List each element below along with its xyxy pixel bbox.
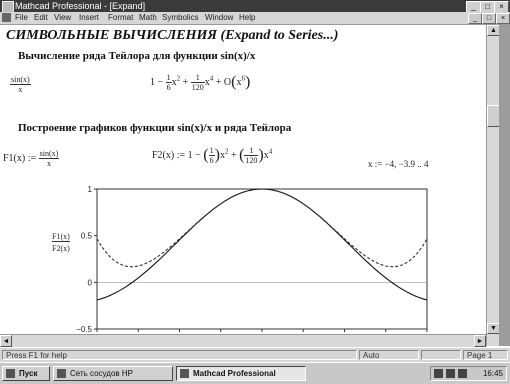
plot-y-label[interactable]: F1(x) F2(x): [52, 232, 70, 253]
scroll-right-arrow-icon[interactable]: ►: [474, 335, 486, 347]
y-tick-label: 0: [88, 278, 93, 287]
worksheet-heading: СИМВОЛЬНЫЕ ВЫЧИСЛЕНИЯ (Expand to Series.…: [6, 28, 339, 43]
task-button-printer[interactable]: Сеть сосудов HP: [53, 366, 173, 381]
f1-denominator: x: [46, 159, 51, 168]
doc-close-button[interactable]: ×: [496, 13, 510, 24]
task-button-mathcad[interactable]: Mathcad Professional: [176, 366, 306, 381]
menu-window[interactable]: Window: [205, 12, 233, 24]
menu-view[interactable]: View: [54, 12, 71, 24]
plot-y-label-f2: F2(x): [52, 244, 70, 253]
f2-definition[interactable]: F2(x) := 1 − (1 6)x2 + (1 120)x4: [152, 146, 272, 165]
menu-format[interactable]: Format: [108, 12, 133, 24]
system-tray: 16:45: [430, 366, 507, 381]
f1-definition[interactable]: F1(x) := sin(x) x: [3, 149, 60, 168]
y-tick-label: 1: [88, 185, 93, 194]
plot-series-2: [96, 188, 428, 268]
status-hint: Press F1 for help: [2, 350, 357, 360]
term1-exp: 2: [176, 74, 181, 83]
tray-network-icon[interactable]: [446, 369, 455, 378]
tray-keyboard-icon[interactable]: [458, 369, 467, 378]
task-mathcad-label: Mathcad Professional: [193, 369, 276, 378]
plot-frame: [96, 188, 428, 330]
range-variable-definition[interactable]: x := −4, −3.9 .. 4: [368, 159, 428, 169]
f1-name: F1(x) :=: [3, 152, 37, 164]
f2-name: F2(x) := 1 −: [152, 149, 201, 161]
plot-series-1: [96, 188, 428, 301]
status-blank: [421, 350, 461, 360]
start-label: Пуск: [19, 369, 38, 378]
menu-bar: File Edit View Insert Format Math Symbol…: [0, 12, 510, 25]
window-title: Mathcad Professional - [Expand]: [15, 1, 146, 11]
result-one-minus: 1 −: [150, 76, 164, 88]
worksheet[interactable]: СИМВОЛЬНЫЕ ВЫЧИСЛЕНИЯ (Expand to Series.…: [0, 25, 486, 346]
expr-numerator: sin(x): [10, 75, 31, 85]
y-tick-label: 0.5: [81, 232, 93, 241]
tray-clock[interactable]: 16:45: [483, 369, 503, 378]
big-o-prefix: + O: [215, 76, 232, 88]
doc-restore-button[interactable]: □: [482, 13, 496, 24]
term2-exp: 4: [209, 74, 214, 83]
f2-coef2-numerator: 1: [244, 146, 259, 156]
result-plus: +: [182, 76, 189, 88]
menu-symbolics[interactable]: Symbolics: [162, 12, 198, 24]
doc-minimize-button[interactable]: _: [468, 13, 482, 24]
menu-file[interactable]: File: [15, 12, 28, 24]
document-icon[interactable]: [2, 13, 11, 22]
vertical-scrollbar[interactable]: ▲ ▼: [486, 25, 500, 346]
y-tick-label: −0.5: [76, 325, 92, 334]
status-mode: Auto: [359, 350, 419, 360]
series-input-expression[interactable]: sin(x) x: [10, 75, 31, 94]
expr-denominator: x: [18, 85, 23, 94]
status-page: Page 1: [463, 350, 508, 360]
f2-coef2-denominator: 120: [245, 156, 258, 165]
section-plot-title: Построение графиков функции sin(x)/x и р…: [18, 122, 292, 134]
start-button[interactable]: Пуск: [2, 366, 50, 381]
f2-term1-exp: 2: [224, 147, 229, 156]
taskbar: Пуск Сеть сосудов HP Mathcad Professiona…: [0, 362, 510, 384]
tray-volume-icon[interactable]: [434, 369, 443, 378]
section-taylor-title: Вычисление ряда Тейлора для функции sin(…: [18, 50, 256, 62]
coef2-numerator: 1: [190, 73, 205, 83]
window-frame-edge: [499, 25, 510, 346]
f2-term2-exp: 4: [268, 147, 273, 156]
menu-help[interactable]: Help: [239, 12, 255, 24]
taylor-series-result: 1 − 1 6 x2 + 1 120 x4 + O(x6): [150, 73, 251, 92]
task-printer-label: Сеть сосудов HP: [70, 369, 133, 378]
printer-icon: [57, 369, 66, 378]
f2-plus: +: [230, 149, 237, 161]
menu-edit[interactable]: Edit: [34, 12, 48, 24]
mathcad-icon: [180, 369, 189, 378]
menu-math[interactable]: Math: [139, 12, 157, 24]
title-bar: Mathcad Professional - [Expand] _ □ ×: [0, 0, 510, 13]
plot-y-label-f1: F1(x): [52, 232, 70, 242]
windows-logo-icon: [6, 369, 15, 378]
horizontal-scrollbar[interactable]: ◄ ►: [0, 334, 486, 347]
status-bar: Press F1 for help Auto Page 1: [0, 347, 510, 362]
xy-plot[interactable]: −4−3−2−10123410.50−0.5x: [75, 183, 445, 346]
menu-insert[interactable]: Insert: [79, 12, 99, 24]
scroll-left-arrow-icon[interactable]: ◄: [0, 335, 12, 347]
f1-numerator: sin(x): [38, 149, 60, 159]
coef2-denominator: 120: [191, 83, 204, 92]
